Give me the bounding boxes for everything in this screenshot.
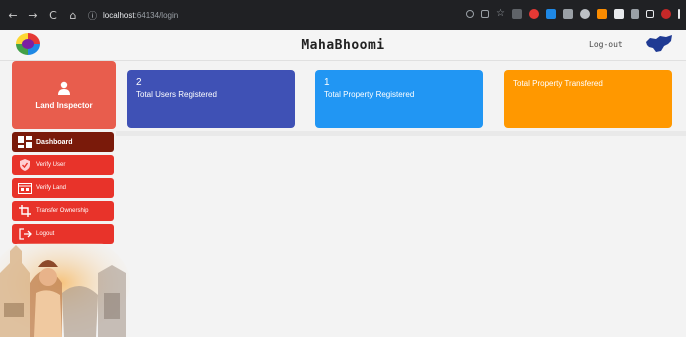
sidebar-item-transfer-ownership[interactable]: Transfer Ownership <box>12 201 114 221</box>
users-label: Total Users Registered <box>136 90 217 99</box>
url-host: localhost <box>103 10 135 20</box>
zoom-icon[interactable] <box>466 10 475 18</box>
browser-toolbar: ← → C ⌂ ⓘ localhost :64134/login ☆ <box>0 0 686 30</box>
puzzle-icon[interactable] <box>614 9 624 19</box>
heritage-illustration <box>0 243 130 337</box>
properties-count: 1 <box>324 77 330 88</box>
sidebar-item-label: Logout <box>36 231 55 237</box>
stat-card-properties: 1 Total Property Registered <box>315 70 483 128</box>
sidebar-item-verify-user[interactable]: Verify User <box>12 155 114 175</box>
profile-card: Land Inspector <box>12 61 116 129</box>
maharashtra-map-icon <box>646 35 672 52</box>
land-document-icon <box>18 182 32 194</box>
stat-card-users: 2 Total Users Registered <box>127 70 295 128</box>
sidebar-item-verify-land[interactable]: Verify Land <box>12 178 114 198</box>
site-info-icon[interactable]: ⓘ <box>88 9 97 22</box>
sidebar-item-label: Dashboard <box>36 138 73 146</box>
extension-shield-icon[interactable] <box>512 9 522 19</box>
menu-dots-icon[interactable] <box>678 9 680 19</box>
side-panel-icon[interactable] <box>646 10 654 18</box>
user-icon <box>58 81 70 95</box>
properties-label: Total Property Registered <box>324 90 415 99</box>
content-divider <box>116 131 686 136</box>
app-header: MahaBhoomi Log-out <box>0 30 686 61</box>
sidebar-item-dashboard[interactable]: Dashboard <box>12 132 114 152</box>
reading-list-icon[interactable] <box>631 9 639 19</box>
extension-blue-icon[interactable] <box>546 9 556 19</box>
shield-check-icon <box>18 159 32 171</box>
sidebar-item-label: Verify Land <box>36 185 67 191</box>
sidebar-item-label: Verify User <box>36 162 66 168</box>
back-arrow-icon[interactable]: ← <box>6 9 20 22</box>
share-icon[interactable] <box>481 10 490 18</box>
logout-icon <box>18 228 32 240</box>
extension-icons: ☆ <box>466 9 680 19</box>
extension-red-icon[interactable] <box>529 9 539 19</box>
crop-transfer-icon <box>18 205 32 217</box>
logout-link[interactable]: Log-out <box>589 40 623 49</box>
dashboard-icon <box>18 136 32 148</box>
home-icon[interactable]: ⌂ <box>66 9 80 22</box>
stat-card-transfers: Total Property Transfered <box>504 70 672 128</box>
url-path: :64134/login <box>134 10 179 20</box>
users-count: 2 <box>136 77 142 88</box>
bookmark-star-icon[interactable]: ☆ <box>496 9 505 19</box>
sidebar-item-logout[interactable]: Logout <box>12 224 114 244</box>
transfers-label: Total Property Transfered <box>513 79 603 88</box>
forward-arrow-icon[interactable]: → <box>26 9 40 22</box>
sidebar: Land Inspector Dashboard Verify User Ver… <box>0 61 130 337</box>
profile-avatar-icon[interactable] <box>661 9 671 19</box>
extension-gray-icon[interactable] <box>563 9 573 19</box>
sidebar-item-label: Transfer Ownership <box>36 208 89 214</box>
role-label: Land Inspector <box>35 101 93 110</box>
extension-gear-icon[interactable] <box>580 9 590 19</box>
reload-icon[interactable]: C <box>46 9 60 22</box>
extension-orange-icon[interactable] <box>597 9 607 19</box>
app-title: MahaBhoomi <box>301 38 385 53</box>
